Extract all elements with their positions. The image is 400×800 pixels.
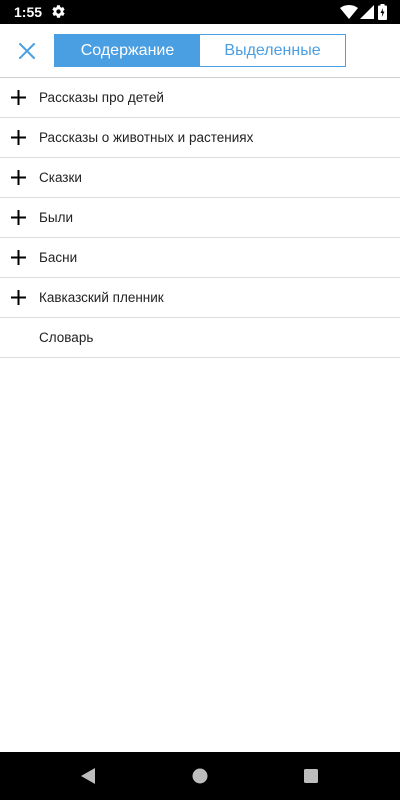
list-item-true-stories[interactable]: Были [0, 198, 400, 238]
wifi-icon [340, 5, 358, 19]
list-item-glossary[interactable]: Словарь [0, 318, 400, 358]
list-item-label: Рассказы про детей [39, 90, 164, 105]
expand-plus-icon[interactable] [11, 130, 26, 145]
list-item-label: Были [39, 210, 73, 225]
list-item-children-stories[interactable]: Рассказы про детей [0, 78, 400, 118]
list-item-label: Словарь [39, 330, 94, 345]
list-item-fairy-tales[interactable]: Сказки [0, 158, 400, 198]
close-button[interactable] [12, 36, 42, 66]
gear-icon [52, 5, 65, 18]
screen: 1:55 Содержание Выделенные Рассказы про … [0, 0, 400, 800]
signal-icon [360, 5, 374, 19]
status-bar: 1:55 [0, 0, 400, 24]
list-item-animal-stories[interactable]: Рассказы о животных и растениях [0, 118, 400, 158]
contents-list: Рассказы про детей Рассказы о животных и… [0, 78, 400, 358]
expand-plus-icon[interactable] [11, 170, 26, 185]
expand-plus-icon[interactable] [11, 250, 26, 265]
list-item-caucasus-prisoner[interactable]: Кавказский пленник [0, 278, 400, 318]
home-icon[interactable] [192, 768, 208, 784]
expand-plus-icon[interactable] [11, 290, 26, 305]
list-item-label: Басни [39, 250, 78, 265]
tab-highlights-label: Выделенные [224, 41, 321, 59]
tab-contents-label: Содержание [80, 41, 175, 59]
header-bar: Содержание Выделенные [0, 24, 400, 78]
tab-contents[interactable]: Содержание [55, 35, 200, 66]
list-item-label: Кавказский пленник [39, 290, 164, 305]
tab-highlights[interactable]: Выделенные [200, 35, 345, 66]
list-item-label: Рассказы о животных и растениях [39, 130, 254, 145]
list-item-label: Сказки [39, 170, 82, 185]
expand-plus-icon[interactable] [11, 210, 26, 225]
segmented-tabs: Содержание Выделенные [54, 34, 346, 67]
status-time: 1:55 [14, 4, 43, 20]
list-item-fables[interactable]: Басни [0, 238, 400, 278]
battery-icon [378, 4, 387, 20]
recents-icon[interactable] [304, 769, 318, 783]
expand-plus-icon[interactable] [11, 90, 26, 105]
back-icon[interactable] [80, 767, 96, 785]
close-icon [19, 43, 35, 59]
navigation-bar [0, 752, 400, 800]
